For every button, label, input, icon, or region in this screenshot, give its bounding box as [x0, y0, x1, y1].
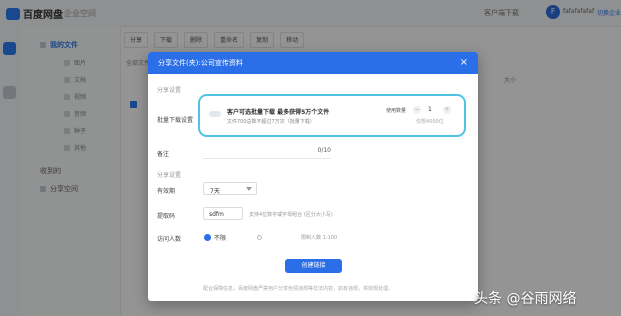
visitor-limit-hint: 限制人数 1-100 — [301, 235, 338, 241]
batch-quota-value[interactable]: 1 — [428, 106, 432, 113]
validity-value: 7天 — [210, 188, 220, 195]
batch-download-card: 客户可选批量下载 最多获得5万个文件 文件700总数不超过7万次（批量下载） 使… — [198, 94, 466, 137]
batch-download-title: 客户可选批量下载 最多获得5万个文件 — [227, 109, 330, 116]
validity-label: 有效期 — [157, 188, 176, 195]
code-label: 提取码 — [157, 213, 176, 220]
section-heading-advanced: 分享设置 — [157, 172, 182, 179]
visitor-unlimited-radio[interactable] — [205, 235, 210, 240]
section-heading-basic: 分享设置 — [157, 87, 182, 94]
remark-input[interactable]: 0/10 — [203, 146, 331, 159]
batch-quota-label: 使用数量 — [386, 108, 407, 114]
plus-icon[interactable]: + — [443, 106, 451, 114]
close-icon[interactable]: × — [460, 58, 468, 68]
batch-download-desc: 文件700总数不超过7万次（批量下载） — [227, 119, 315, 125]
share-dialog: 分享文件(夹):公司宣传资料 × 分享设置 批量下载设置 客户可选批量下载 最多… — [148, 52, 478, 301]
minus-icon[interactable]: − — [413, 106, 421, 114]
validity-select[interactable]: 7天 — [203, 182, 257, 195]
batch-download-label: 批量下载设置 — [157, 117, 194, 124]
dialog-header: 分享文件(夹):公司宣传资料 × — [148, 52, 478, 74]
chevron-down-icon — [246, 187, 252, 191]
remark-label: 备注 — [157, 151, 170, 158]
batch-quota-hint: 仅限4000位 — [416, 119, 444, 125]
footer-note: 配合保障信息，百度网盘严禁用户分享色情违规等非法内容，如有违规，将依规处理。 — [203, 286, 394, 292]
watermark: 头条 @谷雨网络 — [474, 291, 577, 307]
dialog-title: 分享文件(夹):公司宣传资料 — [158, 59, 243, 67]
code-value: sdfm — [209, 211, 224, 218]
remark-counter: 0/10 — [317, 147, 331, 154]
code-input[interactable]: sdfm — [203, 207, 243, 220]
batch-download-toggle[interactable] — [209, 111, 221, 117]
code-hint: 支持4位数字或字母组合 (区分大小写) — [249, 212, 333, 218]
visitor-label: 访问人数 — [157, 236, 182, 243]
visitor-limit-radio[interactable] — [257, 235, 262, 240]
create-link-button[interactable]: 创建链接 — [285, 259, 342, 273]
visitor-unlimited-label: 不限 — [214, 235, 227, 242]
